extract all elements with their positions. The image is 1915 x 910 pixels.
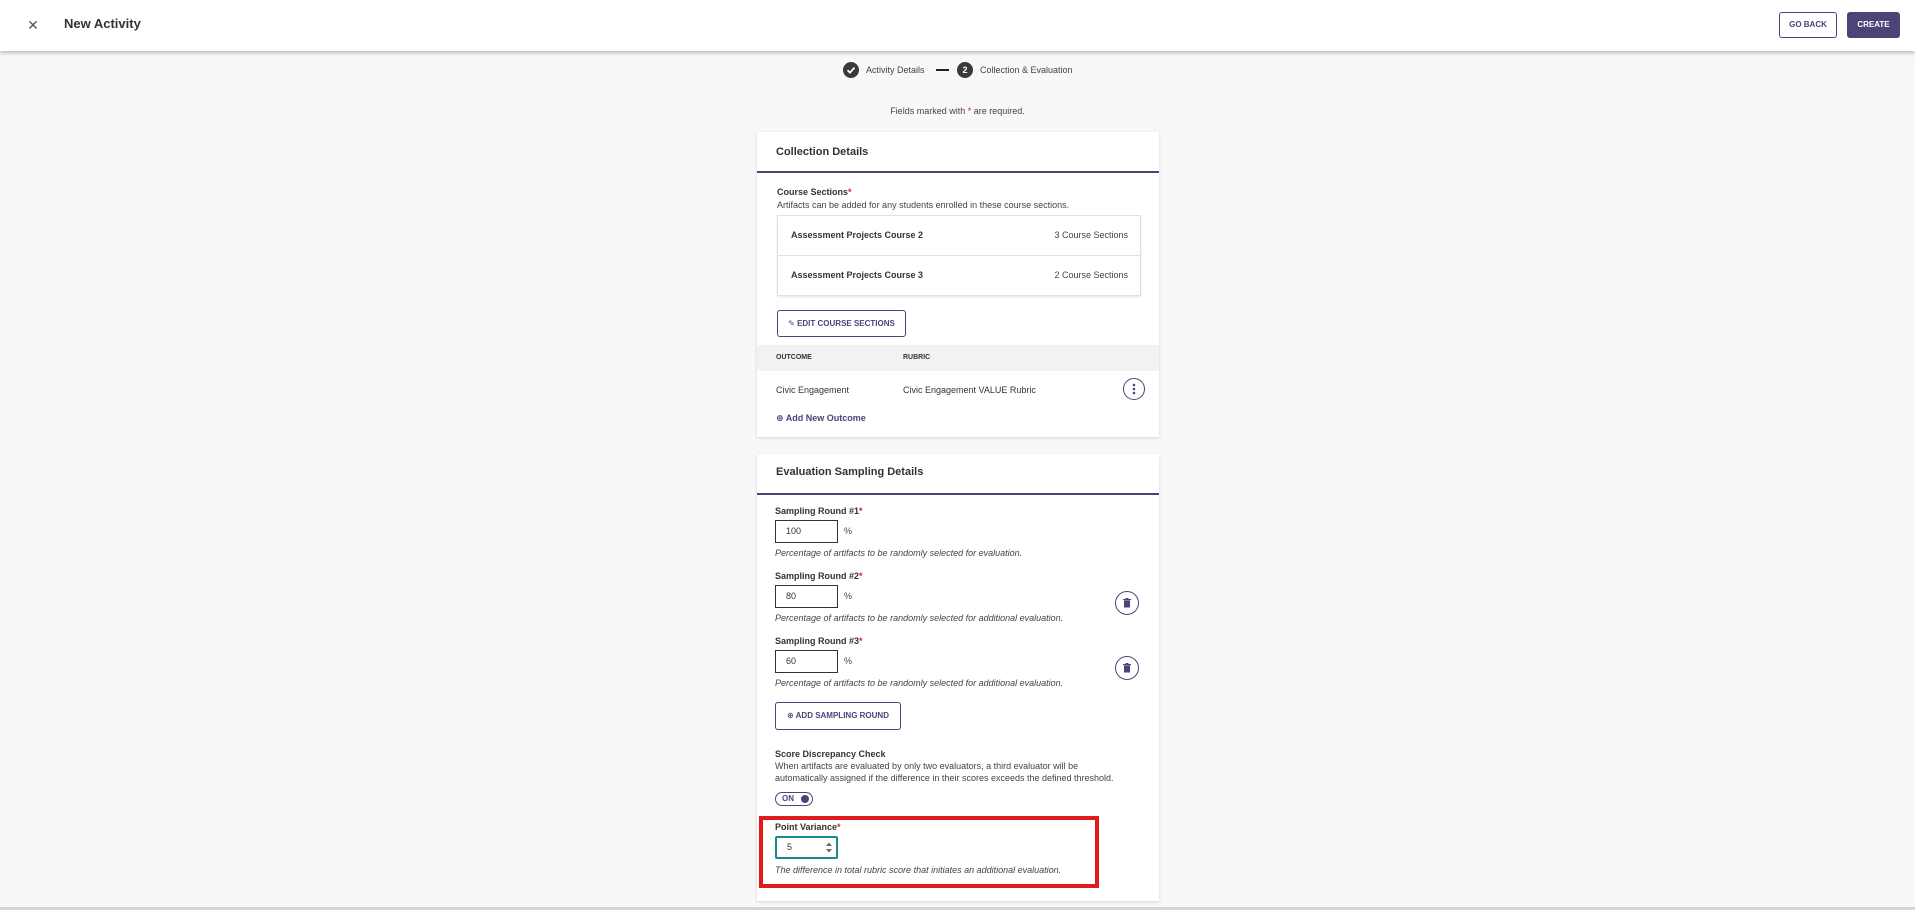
point-variance-input[interactable]: 5 (775, 836, 838, 859)
top-bar: ✕ New Activity GO BACK CREATE (0, 0, 1915, 51)
sampling-round-3-label-text: Sampling Round #3 (775, 636, 860, 646)
toggle-knob (801, 795, 809, 803)
close-icon[interactable]: ✕ (26, 18, 40, 32)
delete-round-2-button[interactable] (1115, 591, 1139, 615)
course-section-count: 2 Course Sections (1054, 270, 1128, 280)
row-actions-button[interactable] (1123, 378, 1145, 400)
add-new-outcome-link[interactable]: ⊕ Add New Outcome (776, 413, 866, 424)
evaluation-sampling-card: Evaluation Sampling Details Sampling Rou… (757, 454, 1159, 901)
trash-icon (1123, 598, 1131, 608)
step-connector (936, 69, 949, 71)
sampling-round-2-hint: Percentage of artifacts to be randomly s… (775, 613, 1064, 623)
rubric-cell: Civic Engagement VALUE Rubric (903, 385, 1036, 395)
point-variance-label-text: Point Variance (775, 822, 838, 832)
required-note-text-end: are required. (973, 106, 1025, 116)
sampling-card-header: Evaluation Sampling Details (757, 454, 1159, 495)
pencil-icon: ✎ (788, 319, 795, 328)
plus-circle-icon: ⊕ (787, 711, 794, 720)
percent-unit: % (844, 591, 853, 601)
sampling-card-title: Evaluation Sampling Details (776, 466, 924, 478)
step1-check-icon (843, 62, 859, 78)
percent-unit: % (844, 656, 853, 666)
page-title: New Activity (64, 16, 141, 31)
score-discrepancy-desc-1: When artifacts are evaluated by only two… (775, 761, 1079, 771)
point-variance-value: 5 (787, 842, 793, 852)
score-discrepancy-desc-2: automatically assigned if the difference… (775, 773, 1114, 783)
course-sections-label: Course Sections* (777, 187, 852, 197)
point-variance-hint: The difference in total rubric score tha… (775, 865, 1062, 875)
point-variance-label: Point Variance* (775, 822, 841, 832)
sampling-round-3-hint: Percentage of artifacts to be randomly s… (775, 678, 1064, 688)
number-spinner-icon[interactable] (825, 841, 833, 854)
required-star: * (859, 571, 863, 581)
step2-number: 2 (957, 62, 973, 78)
go-back-button[interactable]: GO BACK (1779, 12, 1837, 38)
required-star: * (837, 822, 841, 832)
list-item: Assessment Projects Course 2 3 Course Se… (778, 216, 1140, 256)
score-discrepancy-toggle[interactable]: ON (775, 792, 813, 806)
course-sections-list: Assessment Projects Course 2 3 Course Se… (777, 215, 1141, 296)
add-new-outcome-label: Add New Outcome (785, 413, 866, 423)
create-button[interactable]: CREATE (1847, 12, 1900, 38)
required-star: * (967, 106, 972, 116)
required-star: * (848, 187, 852, 197)
required-star: * (859, 636, 863, 646)
sampling-round-1-label: Sampling Round #1* (775, 506, 863, 516)
outcome-table-header: OUTCOME RUBRIC (757, 345, 1159, 371)
sampling-round-2-label: Sampling Round #2* (775, 571, 863, 581)
plus-circle-icon: ⊕ (776, 413, 784, 423)
sampling-round-1-hint: Percentage of artifacts to be randomly s… (775, 548, 1023, 558)
more-vertical-icon (1132, 383, 1136, 395)
add-sampling-round-label: ADD SAMPLING ROUND (795, 711, 889, 720)
score-discrepancy-label: Score Discrepancy Check (775, 749, 886, 759)
add-sampling-round-button[interactable]: ⊕ ADD SAMPLING ROUND (775, 702, 901, 730)
sampling-round-1-label-text: Sampling Round #1 (775, 506, 860, 516)
edit-course-sections-button[interactable]: ✎ EDIT COURSE SECTIONS (777, 310, 906, 337)
collection-card-title: Collection Details (776, 146, 869, 158)
list-item: Assessment Projects Course 3 2 Course Se… (778, 256, 1140, 295)
outcome-cell: Civic Engagement (776, 385, 850, 395)
sampling-round-3-input[interactable]: 60 (775, 650, 838, 673)
step2-label: Collection & Evaluation (980, 65, 1073, 75)
course-name: Assessment Projects Course 3 (791, 270, 924, 280)
sampling-round-2-label-text: Sampling Round #2 (775, 571, 860, 581)
collection-card-header: Collection Details (757, 132, 1159, 173)
sampling-round-2-input[interactable]: 80 (775, 585, 838, 608)
course-sections-label-text: Course Sections (777, 187, 849, 197)
required-star: * (859, 506, 863, 516)
course-sections-desc: Artifacts can be added for any students … (777, 200, 1070, 210)
step1-label: Activity Details (866, 65, 925, 75)
sampling-round-1-input[interactable]: 100 (775, 520, 838, 543)
required-fields-note: Fields marked with * are required. (0, 106, 1915, 116)
trash-icon (1123, 663, 1131, 673)
col-outcome-header: OUTCOME (776, 354, 812, 361)
sampling-round-3-label: Sampling Round #3* (775, 636, 863, 646)
course-name: Assessment Projects Course 2 (791, 230, 924, 240)
percent-unit: % (844, 526, 853, 536)
collection-details-card: Collection Details Course Sections* Arti… (757, 132, 1159, 437)
toggle-state-label: ON (782, 794, 794, 803)
required-note-text: Fields marked with (890, 106, 966, 116)
col-rubric-header: RUBRIC (903, 354, 931, 361)
edit-course-sections-label: EDIT COURSE SECTIONS (797, 319, 895, 328)
delete-round-3-button[interactable] (1115, 656, 1139, 680)
course-section-count: 3 Course Sections (1054, 230, 1128, 240)
